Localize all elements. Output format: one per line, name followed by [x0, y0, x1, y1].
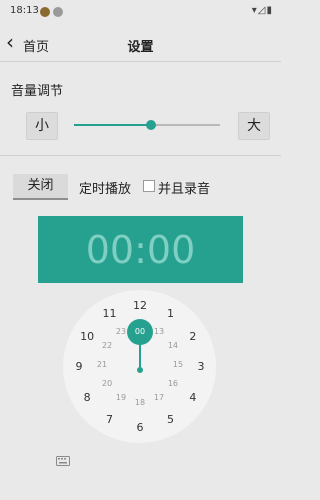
status-icons: ▾◿▮	[251, 5, 273, 16]
clock-number-15[interactable]: 15	[168, 360, 188, 374]
page-title: 设置	[127, 40, 154, 55]
clock-center	[137, 367, 143, 373]
clock-number-21[interactable]: 21	[92, 360, 112, 374]
volume-slider-thumb[interactable]	[146, 120, 157, 130]
clock-number-7[interactable]: 7	[100, 413, 120, 427]
clock-number-19[interactable]: 19	[111, 393, 131, 407]
record-checkbox[interactable]	[143, 180, 155, 192]
volume-title: 音量调节	[11, 84, 64, 99]
clock-number-5[interactable]: 5	[161, 413, 181, 427]
clock-number-18[interactable]: 18	[130, 398, 150, 412]
status-bar: 18:13 ▾◿▮	[0, 0, 281, 24]
sync-icon	[53, 7, 63, 17]
volume-slider-fill	[74, 124, 152, 126]
keyboard-icon[interactable]	[56, 456, 70, 466]
clock-number-17[interactable]: 17	[149, 393, 169, 407]
clock-number-20[interactable]: 20	[97, 379, 117, 393]
clock-number-9[interactable]: 9	[69, 360, 89, 374]
close-timer-button[interactable]: 关闭	[13, 174, 68, 200]
timer-label: 定时播放	[79, 182, 132, 197]
clock-number-1[interactable]: 1	[161, 307, 181, 321]
clock-number-3[interactable]: 3	[191, 360, 211, 374]
clock-number-12[interactable]: 12	[130, 299, 150, 313]
status-time: 18:13	[10, 5, 39, 16]
clock-number-10[interactable]: 10	[77, 330, 97, 344]
volume-up-button[interactable]: 大	[238, 112, 270, 140]
record-label[interactable]: 并且录音	[158, 178, 210, 197]
notification-icon	[40, 7, 50, 17]
time-display: 00:00	[38, 216, 243, 283]
top-bar: ‹ 首页 设置	[0, 26, 281, 60]
clock-number-11[interactable]: 11	[100, 307, 120, 321]
time-display-text: 00:00	[85, 228, 196, 272]
section-divider	[0, 155, 281, 156]
selected-hour[interactable]: 00	[127, 319, 153, 345]
clock-number-2[interactable]: 2	[183, 330, 203, 344]
volume-down-button[interactable]: 小	[26, 112, 58, 140]
clock-number-8[interactable]: 8	[77, 391, 97, 405]
clock-number-6[interactable]: 6	[130, 421, 150, 435]
clock-number-22[interactable]: 22	[97, 341, 117, 355]
header-divider	[0, 61, 281, 62]
clock-number-4[interactable]: 4	[183, 391, 203, 405]
clock-number-14[interactable]: 14	[163, 341, 183, 355]
clock-number-16[interactable]: 16	[163, 379, 183, 393]
